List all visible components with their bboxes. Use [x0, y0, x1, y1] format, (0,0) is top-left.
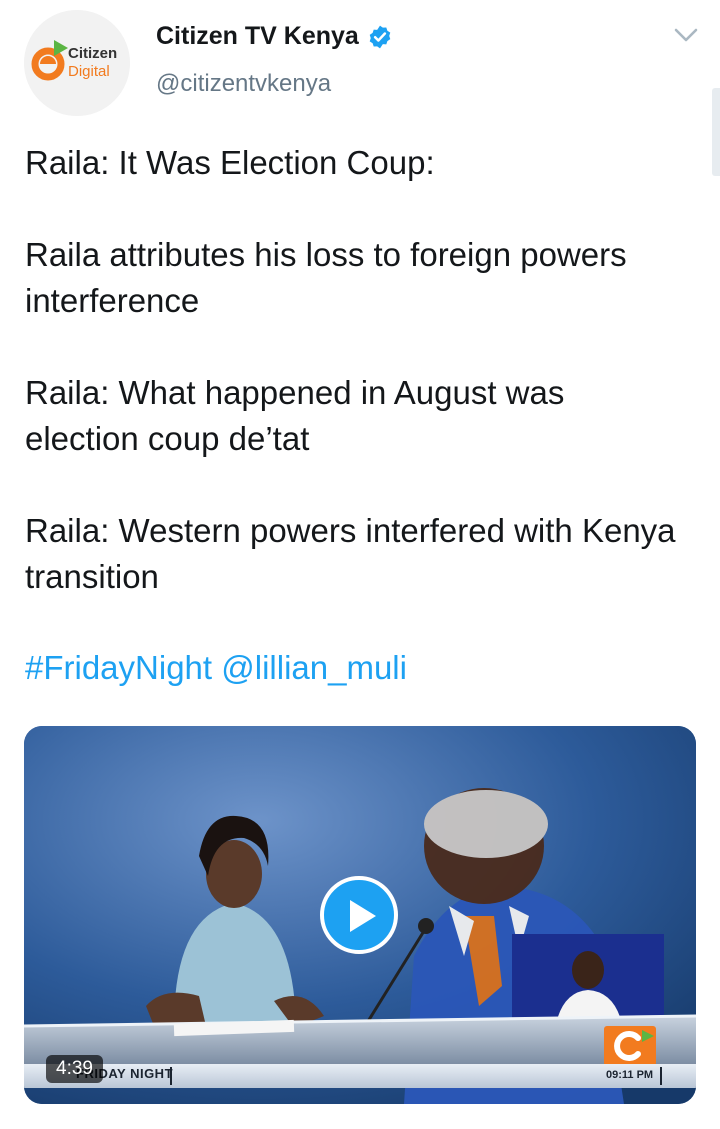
play-button[interactable]: [320, 876, 398, 954]
broadcast-clock: 09:11 PM: [606, 1069, 654, 1081]
citizen-digital-logo: Citizen Digital: [24, 10, 130, 116]
tweet-line: Raila: Western powers interfered with Ke…: [25, 512, 676, 595]
tweet-tags: #FridayNight @lillian_muli: [25, 645, 407, 691]
mention-link[interactable]: @lillian_muli: [221, 649, 407, 686]
tweet-line: Raila: What happened in August was elect…: [25, 374, 565, 457]
chevron-down-icon[interactable]: [672, 24, 700, 46]
tweet-line: Raila: It Was Election Coup:: [25, 144, 435, 181]
divider: [660, 1067, 662, 1085]
video-thumbnail[interactable]: FRIDAY NIGHT 09:11 PM 4:39: [24, 726, 696, 1104]
scrollbar-edge: [712, 88, 720, 176]
avatar[interactable]: Citizen Digital: [24, 10, 130, 116]
hashtag-link[interactable]: #FridayNight: [25, 649, 212, 686]
play-icon: [350, 900, 376, 932]
svg-text:Citizen: Citizen: [68, 45, 117, 62]
account-handle[interactable]: @citizentvkenya: [156, 70, 331, 98]
verified-badge-icon: [369, 25, 391, 48]
channel-logo: [604, 1026, 656, 1066]
divider: [170, 1067, 172, 1085]
tweet-card: Citizen Digital Citizen TV Kenya @citize…: [0, 0, 720, 1129]
svg-text:Digital: Digital: [68, 63, 110, 80]
tweet-line: Raila attributes his loss to foreign pow…: [25, 236, 627, 319]
citizen-c-icon: [614, 1030, 654, 1061]
display-name-row[interactable]: Citizen TV Kenya: [156, 22, 393, 51]
video-duration: 4:39: [46, 1055, 103, 1083]
display-name[interactable]: Citizen TV Kenya: [156, 22, 359, 51]
